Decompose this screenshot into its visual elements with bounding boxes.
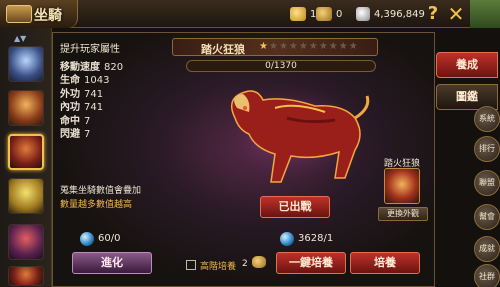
side-menu-community[interactable]: 社群 <box>474 264 500 287</box>
exp-progress-bar: 0/1370 <box>186 60 376 72</box>
star-empty-icon: ★ <box>308 41 319 52</box>
cultivate-pill-icon <box>280 232 294 246</box>
corner-status-icon <box>470 0 500 28</box>
side-menu-ranking[interactable]: 排行 <box>474 136 500 162</box>
mount-slot-5[interactable] <box>8 224 44 260</box>
collection-note: 蒐集坐騎數值會疊加 <box>60 186 142 196</box>
silver-coin-icon <box>356 7 370 21</box>
stat-row-internal: 內功 741 <box>60 102 104 114</box>
stat-row-speed: 移動速度 820 <box>60 62 124 73</box>
mount-slot-4[interactable] <box>8 178 44 214</box>
mount-slot-3-selected[interactable] <box>8 134 44 170</box>
ingot-resource: 1 <box>290 6 316 22</box>
cultivate-pill-value: 3628/1 <box>298 233 334 244</box>
side-menu-system[interactable]: 系統 <box>474 106 500 132</box>
mount-name-banner: 踏火狂狼 ★★★★★★★★★★ <box>172 38 378 56</box>
cultivate-button[interactable]: 培養 <box>350 252 420 274</box>
mount-slot-6[interactable] <box>8 266 44 286</box>
advanced-cultivate-count: 2 <box>242 259 248 269</box>
star-filled-icon: ★ <box>259 41 269 52</box>
stat-row-hit: 命中 7 <box>60 115 91 127</box>
silver-resource: 4,396,849 <box>356 6 425 22</box>
silver-amount: 4,396,849 <box>374 8 425 20</box>
gold-pot-icon <box>252 256 266 268</box>
help-button[interactable]: ? <box>424 3 442 25</box>
star-empty-icon: ★ <box>288 41 299 52</box>
star-empty-icon: ★ <box>278 41 289 52</box>
stat-row-dodge: 閃避 7 <box>60 129 91 141</box>
star-empty-icon: ★ <box>348 41 359 52</box>
top-bar: 坐騎 1 0 4,396,849 ? ✕ <box>0 0 500 28</box>
title-plaque: 坐騎 <box>0 0 78 28</box>
collection-note-highlight: 數量越多數值越高 <box>60 200 133 210</box>
side-menu-alliance[interactable]: 聯盟 <box>474 170 500 196</box>
evolve-stone-value: 60/0 <box>98 233 121 244</box>
side-game-menu: 系統 排行 聯盟 幫會 成就 社群 <box>474 100 500 287</box>
star-empty-icon: ★ <box>298 41 309 52</box>
coin-count: 0 <box>336 8 343 20</box>
ridden-status-button[interactable]: 已出戰 <box>260 196 330 218</box>
advanced-cultivate-label: 高階培養 <box>200 262 237 272</box>
mount-slot-1[interactable] <box>8 46 44 82</box>
one-click-cultivate-button[interactable]: 一鍵培養 <box>276 252 346 274</box>
change-outfit-button[interactable]: 更換外觀 <box>378 207 428 221</box>
stats-header: 提升玩家屬性 <box>60 44 120 55</box>
stat-row-external: 外功 741 <box>60 88 104 100</box>
star-empty-icon: ★ <box>268 41 279 52</box>
mount-list: ▲▼ <box>0 28 52 287</box>
gold-coins-icon <box>316 7 332 21</box>
page-title: 坐騎 <box>34 8 62 24</box>
star-empty-icon: ★ <box>338 41 349 52</box>
coin-resource: 0 <box>316 6 342 22</box>
close-button[interactable]: ✕ <box>446 3 466 25</box>
outfit-thumbnail[interactable] <box>384 168 420 204</box>
exp-progress-text: 0/1370 <box>265 61 297 71</box>
star-empty-icon: ★ <box>328 41 339 52</box>
tab-cultivate[interactable]: 養成 <box>436 52 498 78</box>
side-menu-achievement[interactable]: 成就 <box>474 236 500 262</box>
gold-ingot-icon <box>290 7 306 21</box>
mount-wolf-art <box>217 80 373 188</box>
mount-name: 踏火狂狼 <box>201 43 245 56</box>
stats-panel: 提升玩家屬性 移動速度 820 生命 1043 外功 741 內功 741 命中 7 閃避… <box>60 40 170 141</box>
advanced-cultivate-checkbox[interactable] <box>186 260 196 270</box>
mount-slot-2[interactable] <box>8 90 44 126</box>
star-rating: ★★★★★★★★★★ <box>259 41 359 52</box>
stat-row-hp: 生命 1043 <box>60 75 110 87</box>
mount-category-icon <box>6 5 32 23</box>
scroll-indicator-icon: ▲▼ <box>14 34 27 43</box>
evolve-button[interactable]: 進化 <box>72 252 152 274</box>
side-menu-guild[interactable]: 幫會 <box>474 204 500 230</box>
star-empty-icon: ★ <box>318 41 329 52</box>
evolve-stone-icon <box>80 232 94 246</box>
